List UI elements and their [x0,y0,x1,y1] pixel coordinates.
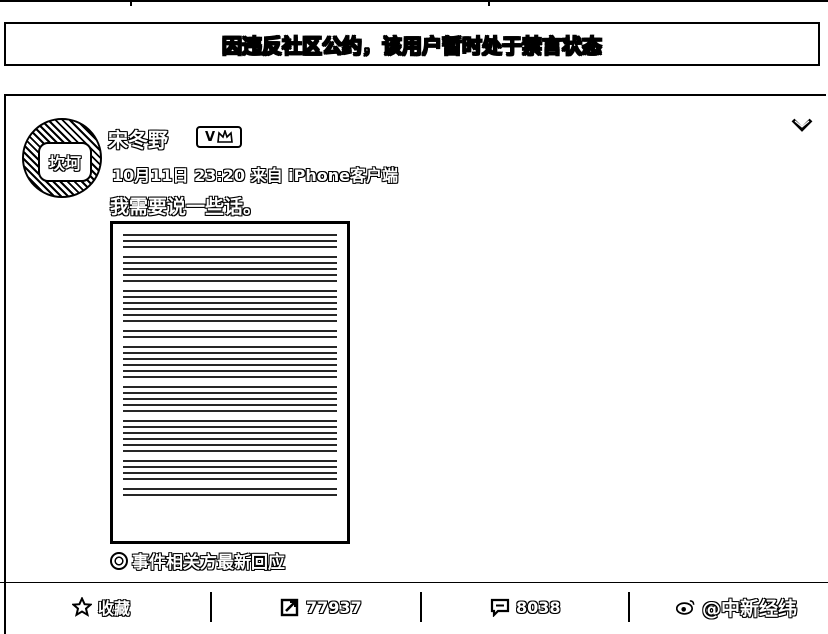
watermark: @中新经纬 [676,592,797,622]
chevron-down-icon[interactable] [790,116,814,134]
verified-badge-label: V [204,129,216,145]
top-tab-border [0,0,828,6]
mute-notice-text: 因违反社区公约，该用户暂时处于禁言状态 [222,33,603,58]
star-icon [72,597,92,617]
comment-button[interactable]: 8038 [490,592,561,622]
crown-icon [217,130,233,143]
repost-icon [280,597,300,617]
mute-notice-banner: 因违反社区公约，该用户暂时处于禁言状态 [4,22,820,66]
event-response-link[interactable]: 事件相关方最新回应 [110,548,285,573]
repost-button[interactable]: 77937 [280,592,362,622]
doc-paragraph [123,290,337,322]
verified-badge: V [196,126,242,148]
favorite-label: 收藏 [98,599,131,618]
action-bar: 收藏 77937 8038 @中新经纬 [0,584,828,630]
favorite-button[interactable]: 收藏 [72,592,130,622]
event-response-label: 事件相关方最新回应 [132,553,285,573]
event-icon [110,551,128,570]
avatar[interactable]: 坎坷 [22,118,102,198]
repost-count: 77937 [306,597,362,617]
doc-paragraph [123,256,337,282]
doc-paragraph [123,420,337,452]
username[interactable]: 宋冬野 [108,124,168,153]
action-bar-separator [0,582,828,583]
doc-paragraph [123,234,337,248]
doc-paragraph [123,488,337,496]
doc-paragraph [123,346,337,378]
action-divider [628,592,630,622]
post-text: 我需要说一些话。 [110,196,263,218]
doc-paragraph [123,330,337,338]
doc-paragraph [123,386,337,412]
avatar-label: 坎坷 [38,142,92,182]
post-image-document[interactable] [110,221,350,544]
post-meta: 10月11日 23:20 来自 iPhone客户端 [112,166,399,185]
action-divider [210,592,212,622]
comment-count: 8038 [516,597,561,617]
comment-icon [490,597,510,617]
action-divider [420,592,422,622]
weibo-logo-icon [676,597,696,617]
doc-paragraph [123,460,337,480]
watermark-text: @中新经纬 [702,597,798,620]
